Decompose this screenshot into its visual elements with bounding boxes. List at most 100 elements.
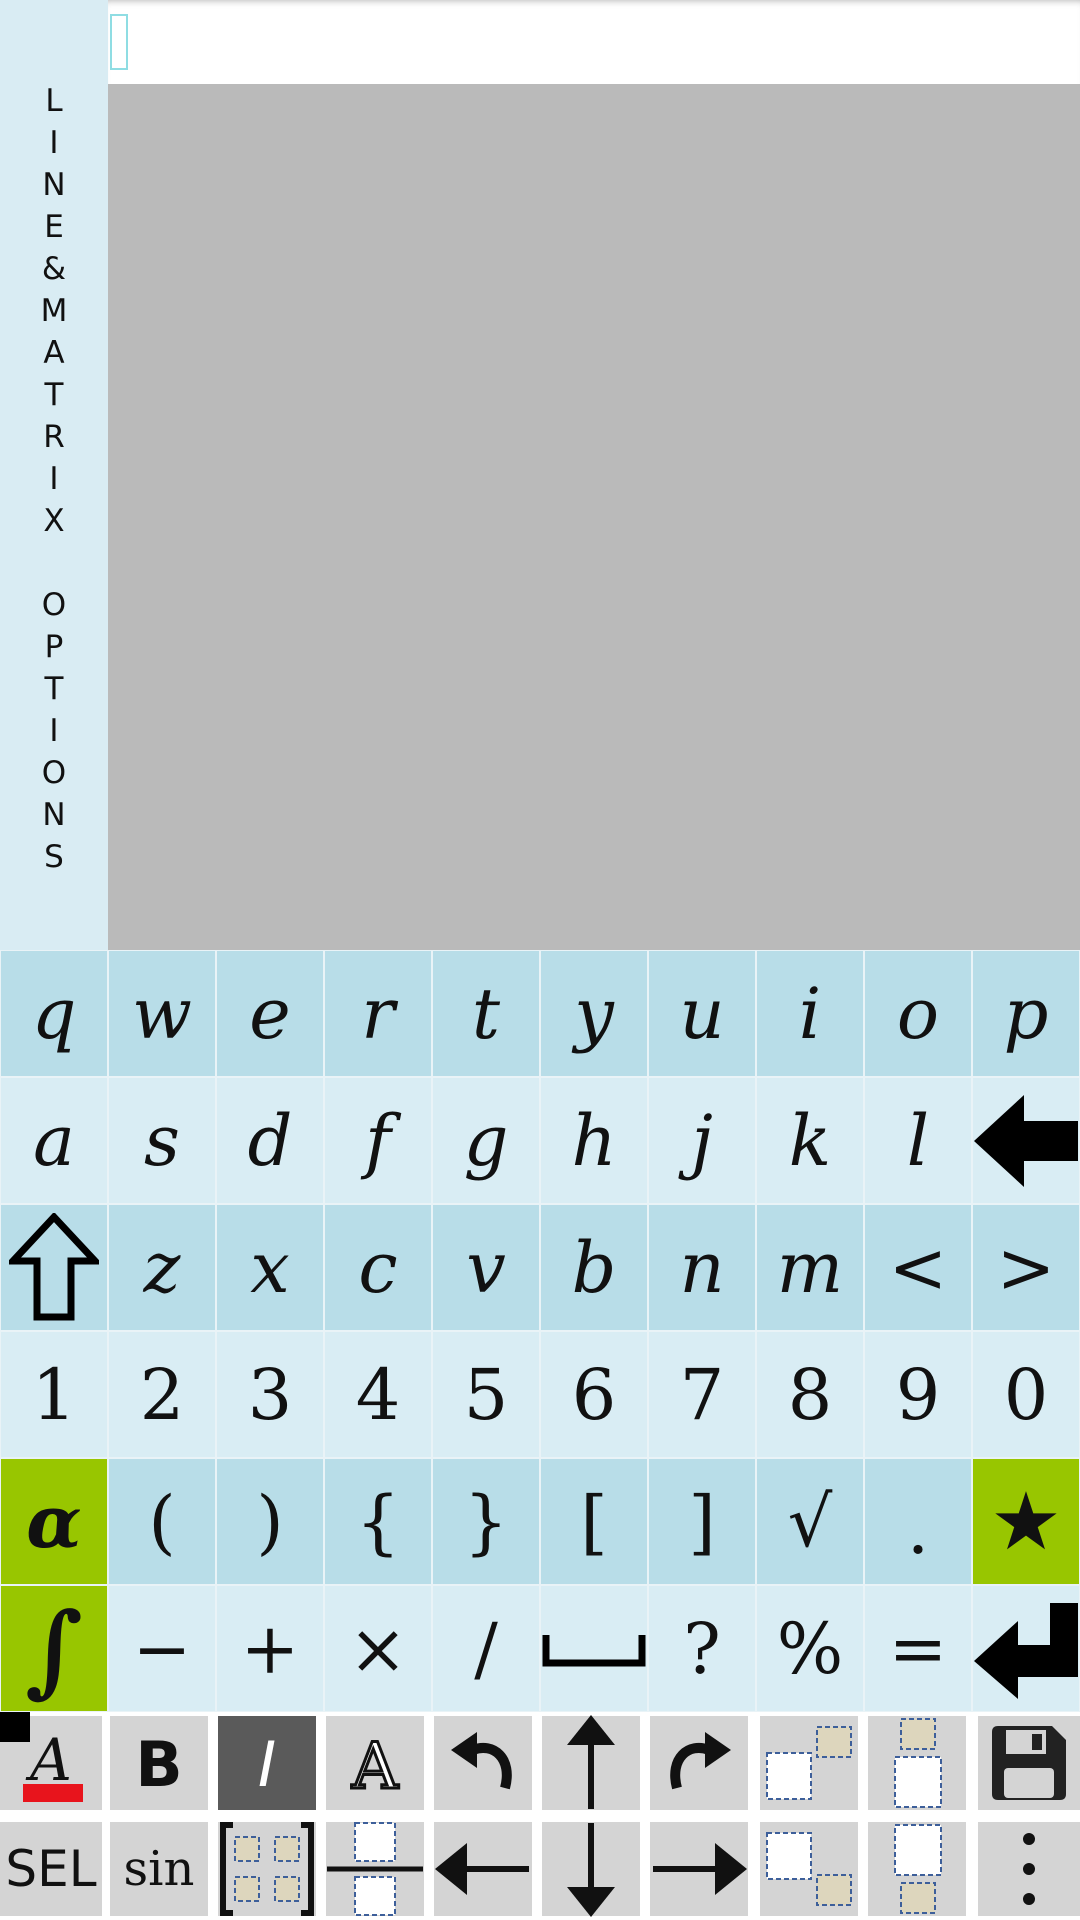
save-button[interactable] [978, 1716, 1080, 1810]
up-arrow-icon [561, 1715, 621, 1811]
key-q[interactable]: q [0, 950, 108, 1077]
subscript-button[interactable] [760, 1822, 858, 1916]
key-g[interactable]: g [432, 1077, 540, 1204]
superscript-button[interactable] [760, 1716, 858, 1810]
side-panel-letter: N [42, 167, 66, 203]
greek-letters-key[interactable]: α [0, 1458, 108, 1585]
key-h[interactable]: h [540, 1077, 648, 1204]
key-f[interactable]: f [324, 1077, 432, 1204]
below-button[interactable] [868, 1822, 966, 1916]
key-c[interactable]: c [324, 1204, 432, 1331]
subscript-icon [763, 1829, 855, 1909]
key-6[interactable]: 6 [540, 1331, 648, 1458]
close-brace-key[interactable]: } [432, 1458, 540, 1585]
enter-key[interactable] [972, 1585, 1080, 1712]
up-arrow-button[interactable] [542, 1715, 640, 1811]
key-s[interactable]: s [108, 1077, 216, 1204]
key-1[interactable]: 1 [0, 1331, 108, 1458]
key-e[interactable]: e [216, 950, 324, 1077]
key-o[interactable]: o [864, 950, 972, 1077]
more-icon [1019, 1829, 1039, 1909]
key-n[interactable]: n [648, 1204, 756, 1331]
key-i[interactable]: i [756, 950, 864, 1077]
select-button[interactable]: SEL [0, 1822, 102, 1916]
more-button[interactable] [978, 1822, 1080, 1916]
left-arrow-button[interactable] [434, 1822, 532, 1916]
key-z[interactable]: z [108, 1204, 216, 1331]
svg-text:A: A [351, 1730, 399, 1798]
side-panel-letter: A [43, 335, 65, 371]
space-icon [542, 1629, 646, 1669]
key-r[interactable]: r [324, 950, 432, 1077]
key-m[interactable]: m [756, 1204, 864, 1331]
key-w[interactable]: w [108, 950, 216, 1077]
slash-key[interactable]: / [432, 1585, 540, 1712]
sin-function-button[interactable]: sin [110, 1822, 208, 1916]
key-8[interactable]: 8 [756, 1331, 864, 1458]
italic-icon: I [232, 1728, 302, 1798]
shift-key[interactable] [0, 1204, 108, 1331]
less-than-key[interactable]: < [864, 1204, 972, 1331]
question-key[interactable]: ? [648, 1585, 756, 1712]
key-v[interactable]: v [432, 1204, 540, 1331]
key-x[interactable]: x [216, 1204, 324, 1331]
formula-canvas[interactable] [108, 84, 1080, 950]
close-bracket-key[interactable]: ] [648, 1458, 756, 1585]
key-t[interactable]: t [432, 950, 540, 1077]
key-p[interactable]: p [972, 950, 1080, 1077]
open-bracket-key[interactable]: [ [540, 1458, 648, 1585]
integral-key[interactable]: ∫ [0, 1585, 108, 1712]
percent-key[interactable]: % [756, 1585, 864, 1712]
sqrt-key[interactable]: √ [756, 1458, 864, 1585]
equals-key[interactable]: = [864, 1585, 972, 1712]
right-arrow-button[interactable] [650, 1822, 748, 1916]
open-brace-key[interactable]: { [324, 1458, 432, 1585]
key-b[interactable]: b [540, 1204, 648, 1331]
side-panel-letter: O [41, 587, 67, 623]
italic-button[interactable]: I [218, 1716, 316, 1810]
key-4[interactable]: 4 [324, 1331, 432, 1458]
times-key[interactable]: × [324, 1585, 432, 1712]
greater-than-key[interactable]: > [972, 1204, 1080, 1331]
key-l[interactable]: l [864, 1077, 972, 1204]
key-5[interactable]: 5 [432, 1331, 540, 1458]
key-3[interactable]: 3 [216, 1331, 324, 1458]
key-j[interactable]: j [648, 1077, 756, 1204]
undo-button[interactable] [434, 1716, 532, 1810]
key-d[interactable]: d [216, 1077, 324, 1204]
backspace-key[interactable] [972, 1077, 1080, 1204]
math-keyboard: q w e r t y u i o p a s d f g h j k l z x c v b n m < >1 2 3 4 5 6 7 8 9 0 α(… [0, 950, 1080, 1712]
key-9[interactable]: 9 [864, 1331, 972, 1458]
undo-icon [443, 1728, 523, 1798]
key-a[interactable]: a [0, 1077, 108, 1204]
key-2[interactable]: 2 [108, 1331, 216, 1458]
matrix-button[interactable] [218, 1822, 316, 1916]
side-panel-letter: R [43, 419, 65, 455]
side-panel-letter: X [43, 503, 65, 539]
close-paren-key[interactable]: ) [216, 1458, 324, 1585]
outline-font-button[interactable]: A [326, 1716, 424, 1810]
superscript-icon [763, 1723, 855, 1803]
open-paren-key[interactable]: ( [108, 1458, 216, 1585]
minus-key[interactable]: − [108, 1585, 216, 1712]
formula-input-bar[interactable] [108, 0, 1080, 84]
key-u[interactable]: u [648, 950, 756, 1077]
redo-button[interactable] [650, 1716, 748, 1810]
key-0[interactable]: 0 [972, 1331, 1080, 1458]
plus-key[interactable]: + [216, 1585, 324, 1712]
side-panel-letter: M [40, 293, 68, 329]
above-button[interactable] [868, 1716, 966, 1810]
bold-button[interactable]: B [110, 1716, 208, 1810]
period-key[interactable]: . [864, 1458, 972, 1585]
down-arrow-button[interactable] [542, 1822, 640, 1917]
key-k[interactable]: k [756, 1077, 864, 1204]
below-icon [887, 1823, 947, 1915]
star-key[interactable]: ★ [972, 1458, 1080, 1585]
key-y[interactable]: y [540, 950, 648, 1077]
line-matrix-options-tab[interactable]: L I N E & M A T R I X OPTIONS [0, 0, 108, 950]
redo-icon [659, 1728, 739, 1798]
space-key[interactable] [540, 1585, 648, 1712]
fraction-button[interactable] [326, 1822, 424, 1916]
key-7[interactable]: 7 [648, 1331, 756, 1458]
side-panel-letter: I [49, 461, 59, 497]
